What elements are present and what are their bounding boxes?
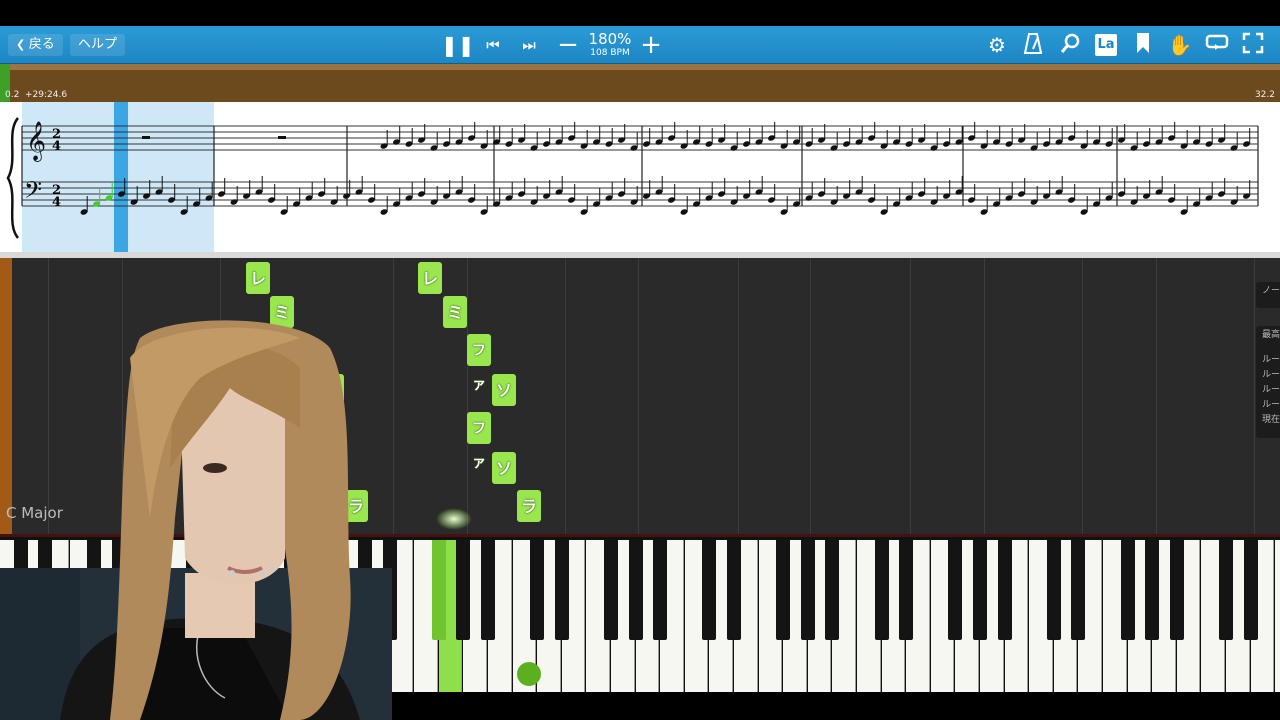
falling-note: ソ bbox=[492, 452, 516, 484]
gridline bbox=[738, 258, 739, 534]
side-panel-text: ルー bbox=[1262, 400, 1280, 410]
black-key[interactable] bbox=[1120, 540, 1135, 640]
black-key[interactable] bbox=[554, 540, 569, 640]
black-key[interactable] bbox=[1243, 540, 1258, 640]
back-button[interactable]: ❮ 戻る bbox=[8, 34, 63, 56]
progress-end: 32.2 bbox=[1254, 90, 1275, 100]
falling-note: ファ bbox=[467, 412, 491, 471]
gridline bbox=[1082, 258, 1083, 534]
black-key[interactable] bbox=[1219, 540, 1233, 640]
gridline bbox=[1254, 258, 1255, 534]
gridline bbox=[393, 258, 394, 534]
black-key[interactable] bbox=[1046, 540, 1061, 640]
tempo-display: 180% 108 BPM bbox=[586, 31, 634, 59]
gridline bbox=[910, 258, 911, 534]
falling-note: ファ bbox=[467, 334, 491, 393]
black-key[interactable] bbox=[800, 540, 815, 640]
metronome-icon[interactable] bbox=[1020, 32, 1046, 58]
gridline bbox=[565, 258, 566, 534]
black-key[interactable] bbox=[604, 540, 618, 640]
side-panel-text: ノー bbox=[1262, 286, 1280, 296]
black-key[interactable] bbox=[530, 540, 545, 640]
side-panel-text: ルー bbox=[1262, 385, 1280, 395]
white-key[interactable] bbox=[1275, 540, 1280, 694]
pause-icon[interactable]: ❚❚ bbox=[441, 32, 475, 58]
black-key[interactable] bbox=[899, 540, 914, 640]
zoom-out-icon[interactable]: − bbox=[555, 32, 581, 58]
falling-note: レ bbox=[418, 262, 442, 294]
side-panel-text: ルー bbox=[1262, 355, 1280, 365]
black-key[interactable] bbox=[997, 540, 1012, 640]
bass-staff bbox=[22, 181, 1258, 207]
ts-bottom-bass: 4 bbox=[52, 195, 61, 210]
black-key[interactable] bbox=[948, 540, 963, 640]
hand-icon[interactable]: ✋ bbox=[1167, 32, 1193, 58]
black-key[interactable] bbox=[1071, 540, 1086, 640]
black-key[interactable] bbox=[776, 540, 791, 640]
black-key[interactable] bbox=[973, 540, 987, 640]
black-key[interactable] bbox=[727, 540, 741, 640]
help-button[interactable]: ヘルプ bbox=[70, 34, 126, 56]
progress-start: 0.2 bbox=[5, 90, 20, 100]
falling-note: ミ bbox=[443, 296, 467, 328]
falling-note: ソ bbox=[492, 374, 516, 406]
bpm-value: 108 BPM bbox=[590, 48, 630, 58]
gridline bbox=[638, 258, 639, 534]
black-key[interactable] bbox=[702, 540, 717, 640]
black-key[interactable] bbox=[874, 540, 889, 640]
black-key[interactable] bbox=[456, 540, 471, 640]
progress-highlight bbox=[0, 64, 1280, 70]
gridline bbox=[1156, 258, 1157, 534]
side-panel-stats[interactable]: 最高 ルー ルー ルー ルー 現在 bbox=[1256, 326, 1280, 438]
black-key[interactable] bbox=[1145, 540, 1160, 640]
black-key[interactable] bbox=[628, 540, 643, 640]
note-name-toggle[interactable]: La bbox=[1095, 34, 1117, 56]
black-key[interactable] bbox=[653, 540, 668, 640]
search-icon[interactable] bbox=[1057, 32, 1083, 58]
skip-previous-icon[interactable]: ⏮ bbox=[480, 32, 506, 58]
staff-svg: 𝄞 𝄢 2 4 2 4 bbox=[6, 117, 1259, 239]
ts-bottom-treble: 4 bbox=[52, 139, 61, 154]
progress-bar[interactable]: 0.2 +29:24.6 32.2 bbox=[0, 64, 1280, 102]
gear-icon[interactable]: ⚙ bbox=[984, 32, 1010, 58]
chevron-left-icon: ❮ bbox=[16, 38, 29, 51]
sheet-music[interactable]: 𝄞 𝄢 2 4 2 4 bbox=[0, 102, 1280, 258]
progress-elapsed: +29:24.6 bbox=[25, 90, 68, 100]
zoom-in-icon[interactable]: + bbox=[638, 32, 664, 58]
loop-icon[interactable] bbox=[1204, 32, 1230, 58]
finger-indicator bbox=[517, 662, 541, 686]
half-rest bbox=[142, 136, 150, 139]
black-key[interactable] bbox=[431, 540, 446, 640]
treble-clef-icon: 𝄞 bbox=[26, 121, 46, 162]
webcam-overlay bbox=[0, 320, 392, 720]
gridline bbox=[984, 258, 985, 534]
side-panel-text: 最高 bbox=[1262, 330, 1280, 340]
black-key[interactable] bbox=[481, 540, 495, 640]
gridline bbox=[810, 258, 811, 534]
falling-note: レ bbox=[246, 262, 270, 294]
hit-sparkle-icon bbox=[436, 508, 472, 530]
zoom-value: 180% bbox=[588, 30, 632, 48]
bookmark-icon[interactable] bbox=[1130, 32, 1156, 58]
black-key[interactable] bbox=[1169, 540, 1184, 640]
back-label: 戻る bbox=[28, 37, 55, 52]
side-panel-text: 現在 bbox=[1262, 415, 1280, 425]
gridline bbox=[467, 258, 468, 534]
side-panel-text: ルー bbox=[1262, 370, 1280, 380]
toolbar: ❮ 戻る ヘルプ ❚❚ ⏮ ⏭ − 180% 108 BPM + ⚙ La ✋ bbox=[0, 26, 1280, 64]
skip-next-icon[interactable]: ⏭ bbox=[516, 32, 542, 58]
side-panel-tab[interactable]: ノー bbox=[1256, 282, 1280, 308]
bass-clef-icon: 𝄢 bbox=[24, 176, 42, 209]
black-key[interactable] bbox=[825, 540, 840, 640]
half-rest bbox=[278, 136, 286, 139]
brace bbox=[6, 117, 20, 239]
falling-note: ラ bbox=[517, 490, 541, 522]
fullscreen-icon[interactable] bbox=[1240, 32, 1266, 58]
